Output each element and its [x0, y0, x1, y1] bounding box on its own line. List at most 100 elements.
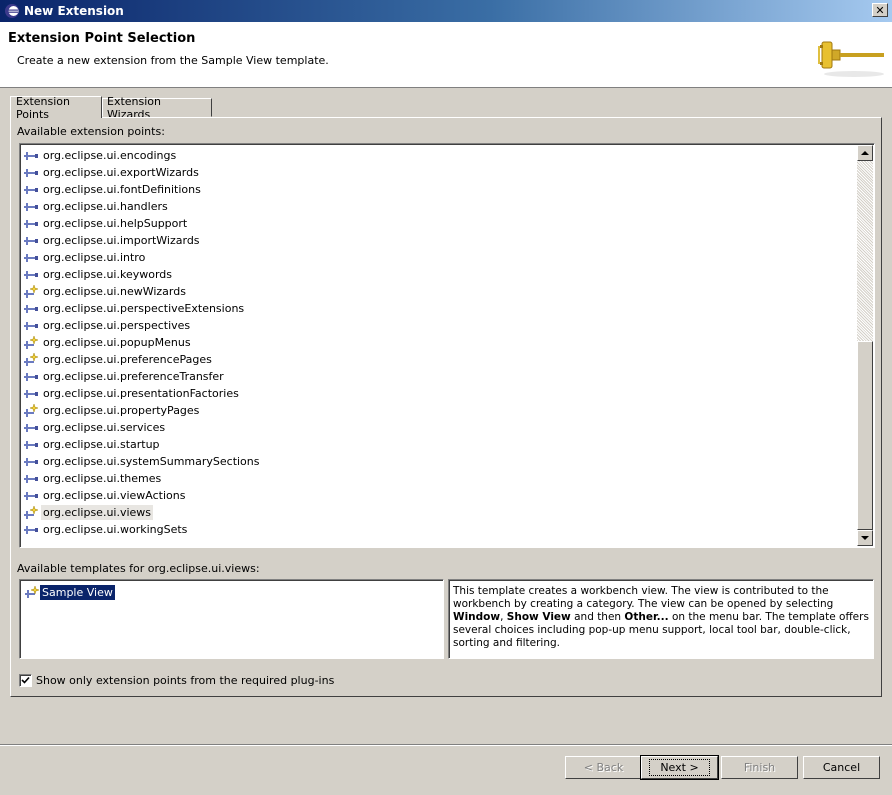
templates-list[interactable]: Sample View [19, 579, 444, 659]
list-item-label: org.eclipse.ui.presentationFactories [43, 387, 239, 400]
list-item[interactable]: org.eclipse.ui.perspectiveExtensions [23, 300, 262, 317]
extension-point-icon [24, 372, 38, 381]
eclipse-icon [5, 4, 19, 18]
extension-point-template-icon [24, 351, 39, 366]
list-item-label: org.eclipse.ui.fontDefinitions [43, 183, 201, 196]
template-item-sample-view[interactable]: Sample View [24, 583, 116, 601]
extension-points-label: Available extension points: [17, 125, 165, 138]
template-icon [25, 585, 40, 598]
extension-point-icon [24, 236, 38, 245]
list-item[interactable]: org.eclipse.ui.newWizards [23, 283, 262, 300]
extension-point-icon [24, 219, 38, 228]
list-item-label: org.eclipse.ui.encodings [43, 149, 177, 162]
filter-checkbox[interactable] [19, 674, 32, 687]
list-item[interactable]: org.eclipse.ui.propertyPages [23, 402, 262, 419]
list-item-label: org.eclipse.ui.preferenceTransfer [43, 370, 224, 383]
list-item[interactable]: org.eclipse.ui.importWizards [23, 232, 262, 249]
filter-checkbox-row[interactable]: Show only extension points from the requ… [19, 674, 334, 687]
extension-point-template-icon [24, 402, 39, 417]
list-item-label: org.eclipse.ui.systemSummarySections [43, 455, 260, 468]
list-item[interactable]: org.eclipse.ui.intro [23, 249, 262, 266]
back-button[interactable]: < Back [565, 756, 642, 779]
tab-extension-wizards[interactable]: Extension Wizards [102, 95, 212, 121]
vertical-scrollbar[interactable] [857, 145, 873, 546]
close-icon: ✕ [875, 3, 885, 17]
extension-points-list[interactable]: org.eclipse.ui.encodings org.eclipse.ui.e… [19, 143, 875, 548]
extension-point-icon [24, 202, 38, 211]
list-item-label: org.eclipse.ui.exportWizards [43, 166, 199, 179]
list-item[interactable]: org.eclipse.ui.themes [23, 470, 262, 487]
description-text: and then [570, 611, 625, 623]
extension-point-icon [24, 151, 38, 160]
page-description: Create a new extension from the Sample V… [17, 54, 329, 67]
extension-point-icon [24, 525, 38, 534]
extension-point-icon [24, 474, 38, 483]
template-description: This template creates a workbench view. … [448, 579, 874, 659]
filter-checkbox-label: Show only extension points from the requ… [36, 674, 335, 687]
description-text: This template creates a workbench view. … [453, 585, 834, 610]
page-title: Extension Point Selection [8, 31, 196, 46]
list-item[interactable]: org.eclipse.ui.popupMenus [23, 334, 262, 351]
plug-icon [818, 41, 884, 77]
list-item[interactable]: org.eclipse.ui.helpSupport [23, 215, 262, 232]
tab-extension-points[interactable]: Extension Points [10, 94, 102, 121]
extension-point-icon [24, 423, 38, 432]
checkmark-icon [21, 676, 30, 684]
close-button[interactable]: ✕ [872, 3, 888, 17]
list-item-label: org.eclipse.ui.newWizards [43, 285, 186, 298]
extension-point-icon [24, 491, 38, 500]
list-item[interactable]: org.eclipse.ui.systemSummarySections [23, 453, 262, 470]
window-title: New Extension [24, 4, 124, 18]
list-item[interactable]: org.eclipse.ui.presentationFactories [23, 385, 262, 402]
scroll-thumb[interactable] [857, 341, 873, 530]
window-titlebar: New Extension ✕ [0, 0, 892, 22]
list-item[interactable]: org.eclipse.ui.perspectives [23, 317, 262, 334]
templates-label: Available templates for org.eclipse.ui.v… [17, 562, 260, 575]
list-item-label: org.eclipse.ui.handlers [43, 200, 168, 213]
list-item[interactable]: org.eclipse.ui.services [23, 419, 262, 436]
description-text: , [500, 611, 507, 623]
scroll-up-button[interactable] [857, 145, 873, 161]
list-item-label: org.eclipse.ui.helpSupport [43, 217, 188, 230]
cancel-button[interactable]: Cancel [803, 756, 880, 779]
list-item-label: org.eclipse.ui.workingSets [43, 523, 188, 536]
template-label: Sample View [39, 583, 116, 601]
list-item[interactable]: org.eclipse.ui.views [23, 504, 262, 521]
arrow-up-icon [861, 151, 869, 155]
list-item[interactable]: org.eclipse.ui.encodings [23, 147, 262, 164]
list-item[interactable]: org.eclipse.ui.preferenceTransfer [23, 368, 262, 385]
list-item[interactable]: org.eclipse.ui.keywords [23, 266, 262, 283]
description-emphasis: Show View [506, 611, 571, 623]
tab-label: Extension Points [16, 94, 71, 121]
extension-point-template-icon [24, 334, 39, 349]
extension-point-icon [24, 457, 38, 466]
description-emphasis: Window [453, 611, 501, 623]
list-item[interactable]: org.eclipse.ui.workingSets [23, 521, 262, 538]
extension-point-icon [24, 304, 38, 313]
finish-button[interactable]: Finish [721, 756, 798, 779]
list-item[interactable]: org.eclipse.ui.exportWizards [23, 164, 262, 181]
description-emphasis: Other... [624, 611, 669, 623]
extension-points-items: org.eclipse.ui.encodings org.eclipse.ui.e… [23, 147, 262, 538]
extension-point-icon [24, 185, 38, 194]
list-item-label: org.eclipse.ui.startup [43, 438, 160, 451]
list-item-label: org.eclipse.ui.preferencePages [43, 353, 212, 366]
list-item-label: org.eclipse.ui.intro [43, 251, 146, 264]
extension-point-template-icon [24, 504, 39, 519]
list-item[interactable]: org.eclipse.ui.handlers [23, 198, 262, 215]
list-item-label: org.eclipse.ui.services [43, 421, 166, 434]
tab-panel: Available extension points: org.eclipse.… [10, 117, 882, 697]
next-button[interactable]: Next > [640, 755, 719, 780]
list-item[interactable]: org.eclipse.ui.viewActions [23, 487, 262, 504]
list-item[interactable]: org.eclipse.ui.fontDefinitions [23, 181, 262, 198]
list-item-label: org.eclipse.ui.perspectiveExtensions [43, 302, 245, 315]
list-item-label: org.eclipse.ui.viewActions [43, 489, 186, 502]
extension-point-icon [24, 389, 38, 398]
extension-point-icon [24, 270, 38, 279]
list-item[interactable]: org.eclipse.ui.preferencePages [23, 351, 262, 368]
scroll-down-button[interactable] [857, 530, 873, 546]
extension-point-icon [24, 168, 38, 177]
list-item-label: org.eclipse.ui.keywords [43, 268, 172, 281]
extension-point-icon [24, 321, 38, 330]
list-item[interactable]: org.eclipse.ui.startup [23, 436, 262, 453]
